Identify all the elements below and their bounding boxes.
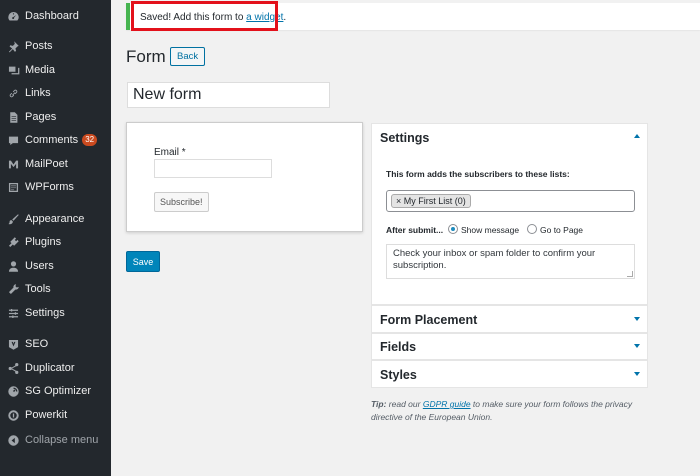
lists-select[interactable]: × My First List (0) [386,190,635,212]
sidebar-item-sg-optimizer[interactable]: SG Optimizer [0,380,111,402]
show-message-label: Show message [461,225,520,235]
mailpoet-icon [6,157,20,171]
notice-punctuation: . [283,12,287,23]
comment-count-badge: 32 [82,134,98,146]
media-icon [6,63,20,77]
email-field[interactable] [154,159,272,178]
comment-icon [6,133,20,147]
styles-panel[interactable]: Styles [371,360,648,388]
dashboard-icon [6,9,20,23]
after-submit-label: After submit... [386,225,444,235]
seo-icon [6,337,20,351]
user-icon [6,259,20,273]
fields-title: Fields [380,340,417,354]
tip-text: read our [386,399,423,409]
settings-icon [6,306,20,320]
sidebar-item-media[interactable]: Media [0,59,111,81]
sidebar-item-label: Tools [25,283,51,295]
remove-token-icon[interactable]: × [396,196,401,206]
plugin-icon [6,235,20,249]
sidebar-item-settings[interactable]: Settings [0,302,111,324]
sidebar-item-label: Dashboard [25,10,79,22]
list-token: × My First List (0) [391,194,471,208]
sidebar-item-pages[interactable]: Pages [0,106,111,128]
forms-icon [6,180,20,194]
show-message-radio[interactable] [448,224,458,234]
sidebar-item-plugins[interactable]: Plugins [0,231,111,253]
subscribe-button[interactable]: Subscribe! [154,192,209,212]
fields-panel[interactable]: Fields [371,333,648,360]
back-button[interactable]: Back [170,47,206,66]
expand-arrow-icon[interactable] [634,344,640,348]
page-title: Form [126,47,166,66]
sidebar-item-label: SG Optimizer [25,385,92,397]
wrench-icon [6,282,20,296]
sidebar-item-label: WPForms [25,181,74,193]
sidebar-item-label: Links [25,87,51,99]
resize-grip-icon[interactable] [627,271,633,277]
sidebar-item-label: Plugins [25,236,62,248]
sidebar-item-comments[interactable]: Comments 32 [0,129,111,151]
sidebar-item-label: MailPoet [25,158,68,170]
sidebar-item-appearance[interactable]: Appearance [0,208,111,230]
expand-arrow-icon[interactable] [634,317,640,321]
collapse-icon [6,433,20,447]
settings-title: Settings [380,131,430,145]
sidebar-item-label: Media [25,64,55,76]
sidebar-item-posts[interactable]: Posts [0,35,111,57]
pin-icon [6,39,20,53]
optimizer-icon [6,384,20,398]
link-icon [6,86,20,100]
share-icon [6,361,20,375]
sidebar-item-label: Appearance [25,213,85,225]
lists-description: This form adds the subscribers to these … [386,169,570,179]
gdpr-guide-link[interactable]: GDPR guide [423,399,471,409]
sidebar-item-powerkit[interactable]: Powerkit [0,404,111,426]
sidebar-item-seo[interactable]: SEO [0,333,111,355]
expand-arrow-icon[interactable] [634,372,640,376]
highlight-annotation [131,1,278,31]
sidebar-item-label: Pages [25,111,57,123]
form-preview: Email * Subscribe! [126,122,363,232]
sidebar-item-duplicator[interactable]: Duplicator [0,357,111,379]
gdpr-tip: Tip: read our GDPR guide to make sure yo… [371,398,656,424]
sidebar-item-links[interactable]: Links [0,82,111,104]
brush-icon [6,212,20,226]
form-placement-panel[interactable]: Form Placement [371,305,648,333]
admin-sidebar: Dashboard Posts Media Links Pages Commen… [0,0,111,476]
email-label: Email * [154,147,186,158]
sidebar-item-label: Posts [25,40,53,52]
collapse-arrow-icon[interactable] [634,134,640,138]
sidebar-item-label: Settings [25,307,65,319]
form-name-input[interactable] [127,82,330,108]
sidebar-item-mailpoet[interactable]: MailPoet [0,153,111,175]
sidebar-item-label: Powerkit [25,409,68,421]
page-icon [6,110,20,124]
confirmation-message: Check your inbox or spam folder to confi… [393,248,596,271]
go-to-page-radio[interactable] [527,224,537,234]
list-token-label: My First List (0) [403,196,466,206]
sidebar-item-label: Duplicator [25,362,75,374]
settings-panel: Settings This form adds the subscribers … [371,123,648,305]
form-placement-title: Form Placement [380,313,478,327]
sidebar-item-wpforms[interactable]: WPForms [0,176,111,198]
confirmation-message-textarea[interactable]: Check your inbox or spam folder to confi… [386,244,635,279]
power-icon [6,408,20,422]
sidebar-item-dashboard[interactable]: Dashboard [0,5,111,27]
tip-label: Tip: [371,399,387,409]
sidebar-item-label: Users [25,260,54,272]
sidebar-item-label: Comments [25,134,79,146]
sidebar-item-tools[interactable]: Tools [0,278,111,300]
styles-title: Styles [380,368,417,382]
collapse-menu-button[interactable]: Collapse menu [0,429,111,451]
sidebar-item-label: SEO [25,338,49,350]
sidebar-item-label: Collapse menu [25,434,99,446]
sidebar-item-users[interactable]: Users [0,255,111,277]
save-button[interactable]: Save [126,251,160,272]
go-to-page-label: Go to Page [540,225,584,235]
